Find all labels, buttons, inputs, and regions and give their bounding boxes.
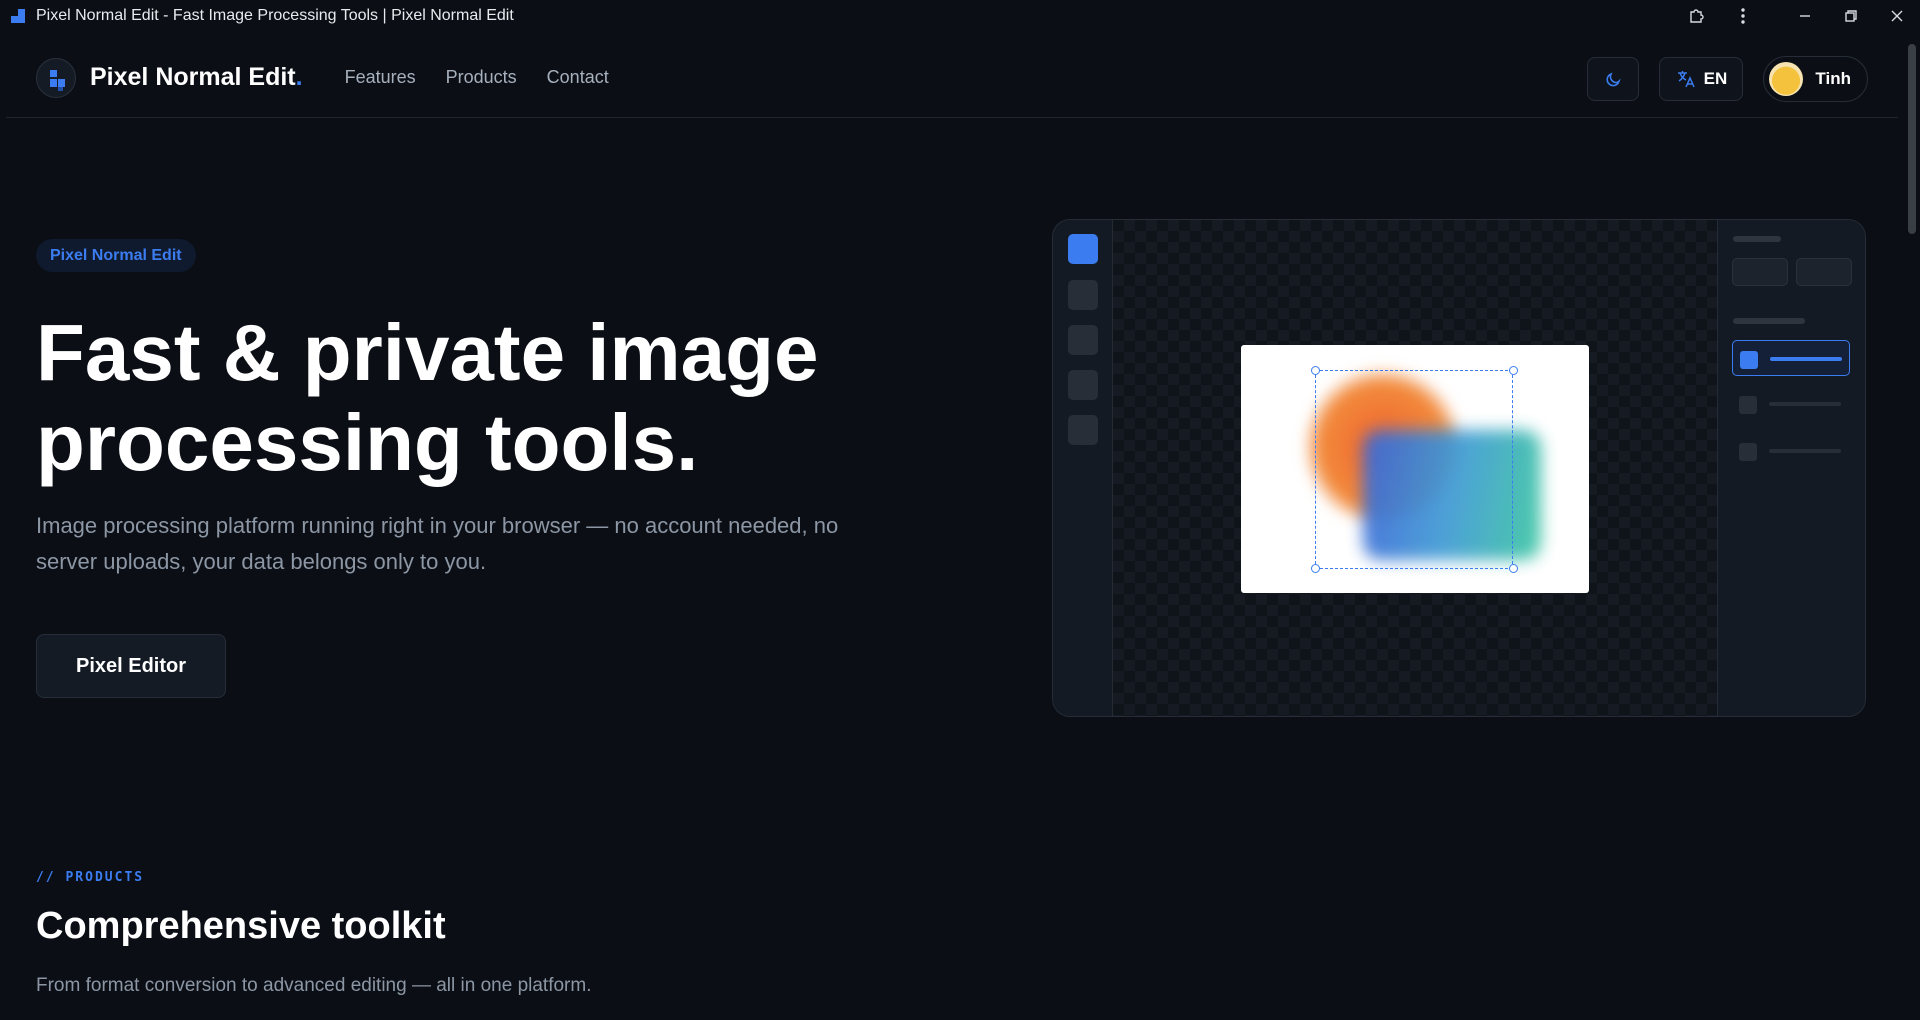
user-name: Tinh	[1815, 69, 1851, 88]
hero-badge: Pixel Normal Edit	[36, 239, 196, 272]
language-label: EN	[1703, 69, 1728, 88]
translate-icon	[1677, 71, 1695, 88]
mockup-properties-panel	[1717, 220, 1865, 716]
mockup-toolbar	[1053, 220, 1113, 716]
section-subtitle: From format conversion to advanced editi…	[36, 975, 592, 996]
hero-title-line-2: processing tools.	[36, 398, 699, 487]
minimize-button[interactable]	[1782, 0, 1828, 32]
mockup-tool	[1068, 325, 1098, 355]
selection-handle	[1311, 366, 1320, 375]
page-scrollbar[interactable]	[1904, 38, 1920, 1020]
selection-box	[1315, 370, 1513, 569]
brand-name: Pixel Normal Edit	[90, 63, 296, 91]
section-kicker: // PRODUCTS	[36, 870, 145, 885]
close-button[interactable]	[1874, 0, 1920, 32]
theme-toggle-button[interactable]	[1587, 57, 1640, 101]
restore-button[interactable]	[1828, 0, 1874, 32]
hero-title: Fast & private image processing tools.	[36, 308, 976, 488]
selection-handle	[1509, 564, 1518, 573]
nav-link-products[interactable]: Products	[446, 67, 517, 88]
nav-link-contact[interactable]: Contact	[547, 67, 609, 88]
editor-mockup-illustration	[1052, 219, 1866, 717]
scrollbar-thumb[interactable]	[1908, 44, 1916, 234]
hero-subtitle: Image processing platform running right …	[36, 513, 839, 574]
mockup-canvas	[1113, 220, 1717, 716]
mockup-tool	[1068, 280, 1098, 310]
mockup-layer-selected	[1732, 340, 1850, 376]
mockup-tool	[1068, 370, 1098, 400]
nav-link-features[interactable]: Features	[345, 67, 416, 88]
mockup-tool-active	[1068, 234, 1098, 264]
language-button[interactable]: EN	[1659, 57, 1744, 101]
app-icon	[8, 6, 28, 26]
selection-handle	[1311, 564, 1320, 573]
brand-logo[interactable]: Pixel Normal Edit.	[36, 57, 303, 98]
pixel-editor-button[interactable]: Pixel Editor	[36, 634, 226, 698]
avatar	[1769, 62, 1804, 96]
user-menu-button[interactable]: Tinh	[1763, 56, 1868, 102]
hero-title-line-1: Fast & private image	[36, 308, 819, 397]
extensions-icon[interactable]	[1674, 0, 1720, 32]
selection-handle	[1509, 366, 1518, 375]
more-options-icon[interactable]	[1720, 0, 1766, 32]
mockup-layer	[1732, 386, 1850, 422]
top-navigation: Pixel Normal Edit. Features Products Con…	[6, 38, 1898, 118]
nav-links: Features Products Contact	[345, 67, 609, 88]
nav-actions: EN Tinh	[1587, 56, 1868, 102]
logo-icon	[36, 57, 76, 98]
panel-field-placeholder	[1796, 258, 1852, 286]
mockup-tool	[1068, 415, 1098, 445]
moon-icon	[1606, 72, 1622, 87]
mockup-layer	[1732, 433, 1850, 469]
panel-field-placeholder	[1732, 258, 1788, 286]
mockup-artwork	[1241, 345, 1589, 593]
web-page: Pixel Normal Edit. Features Products Con…	[6, 38, 1898, 1020]
window-titlebar: Pixel Normal Edit - Fast Image Processin…	[0, 0, 1920, 32]
brand-dot: .	[295, 63, 303, 91]
panel-heading-placeholder	[1733, 318, 1805, 324]
panel-heading-placeholder	[1733, 236, 1781, 242]
window-title: Pixel Normal Edit - Fast Image Processin…	[36, 7, 514, 24]
section-title: Comprehensive toolkit	[36, 905, 446, 947]
